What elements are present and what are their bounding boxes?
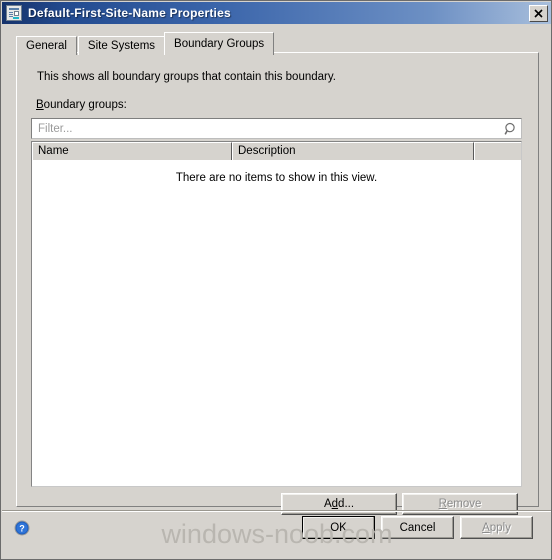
tab-general[interactable]: General [16, 36, 77, 55]
apply-button-rest: pply [489, 521, 511, 534]
column-header-description[interactable]: Description [232, 142, 474, 160]
boundary-groups-label-rest: oundary groups: [43, 99, 127, 111]
apply-button[interactable]: Apply [460, 516, 533, 539]
svg-text:?: ? [19, 524, 25, 534]
close-icon[interactable] [529, 5, 548, 22]
search-icon[interactable] [501, 119, 521, 138]
tab-site-systems[interactable]: Site Systems [77, 36, 166, 55]
help-question-icon[interactable]: ? [14, 520, 30, 536]
tab-panel-boundary-groups: This shows all boundary groups that cont… [16, 52, 539, 515]
filter-input[interactable] [32, 119, 501, 138]
tab-boundary-groups[interactable]: Boundary Groups [164, 32, 275, 55]
boundary-groups-listview[interactable]: Name Description There are no items to s… [31, 141, 522, 487]
column-header-name[interactable]: Name [32, 142, 232, 160]
boundary-groups-label: Boundary groups: [36, 99, 127, 111]
listview-empty-message: There are no items to show in this view. [175, 172, 378, 184]
properties-document-icon [6, 5, 22, 21]
search-glyph [504, 122, 515, 135]
ok-button[interactable]: OK [302, 516, 375, 539]
footer-divider [2, 510, 551, 512]
tab-strip: General Site Systems Boundary Groups [16, 32, 275, 55]
close-glyph [534, 9, 543, 18]
help-glyph: ? [14, 520, 30, 536]
boundary-groups-label-accel: B [36, 99, 44, 111]
apply-button-accel: A [482, 521, 490, 534]
filter-box[interactable] [31, 118, 522, 139]
window-title: Default-First-Site-Name Properties [28, 6, 231, 20]
properties-dialog: Default-First-Site-Name Properties Gener… [0, 0, 552, 560]
add-button-pre: A [323, 498, 332, 510]
add-button-post: d... [338, 498, 355, 510]
cancel-button[interactable]: Cancel [381, 516, 454, 539]
remove-button-post: emove [446, 498, 482, 510]
remove-button-accel: R [438, 498, 447, 510]
column-header-extra[interactable] [474, 142, 521, 160]
title-bar: Default-First-Site-Name Properties [2, 2, 551, 24]
panel-description: This shows all boundary groups that cont… [37, 71, 336, 83]
listview-header: Name Description [32, 142, 521, 160]
